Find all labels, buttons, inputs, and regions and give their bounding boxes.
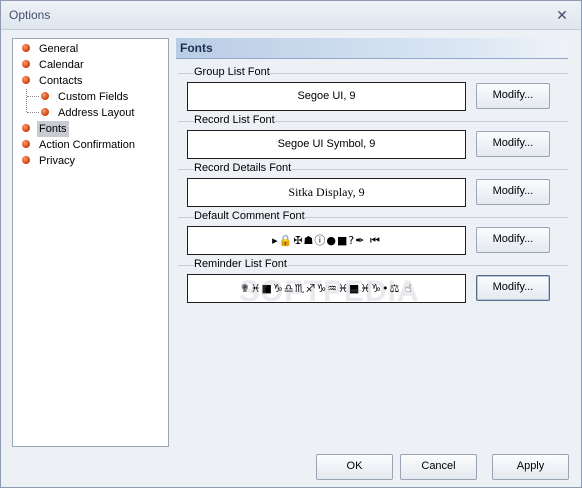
bullet-icon <box>22 76 30 84</box>
tree-item-label: Action Confirmation <box>39 139 135 151</box>
tree-item-label: Calendar <box>39 59 84 71</box>
apply-button[interactable]: Apply <box>492 454 569 480</box>
button-label: Modify... <box>492 233 534 245</box>
section-title: Fonts <box>180 41 213 55</box>
button-label: Modify... <box>492 89 534 101</box>
modify-default-comment-font-button[interactable]: Modify... <box>476 227 550 253</box>
record-details-font-preview: Sitka Display, 9 <box>187 178 466 207</box>
button-label: Cancel <box>421 460 456 472</box>
group-label: Record List Font <box>194 114 275 126</box>
button-label: Modify... <box>492 281 534 293</box>
section-header: Fonts <box>176 38 568 59</box>
tree-connector <box>26 89 27 112</box>
tree-item-label: Fonts <box>37 121 69 137</box>
record-list-font-preview: Segoe UI Symbol, 9 <box>187 130 466 159</box>
bullet-icon <box>22 124 30 132</box>
group-label: Default Comment Font <box>194 210 305 222</box>
group-list-font-preview: Segoe UI, 9 <box>187 82 466 111</box>
options-window: Options ✕ General Calendar Contacts Cust <box>0 0 582 488</box>
group-label: Reminder List Font <box>194 258 287 270</box>
bullet-icon <box>41 108 49 116</box>
reminder-list-font-preview: ✟♓■♑♎♏♐♑♒♓■♓♑•⚖ ☝ <box>187 274 466 303</box>
cancel-button[interactable]: Cancel <box>400 454 477 480</box>
close-button[interactable]: ✕ <box>553 6 571 24</box>
button-label: OK <box>346 460 363 472</box>
tree-item-label: Address Layout <box>58 107 135 119</box>
title-bar: Options ✕ <box>1 1 581 30</box>
bullet-icon <box>22 44 30 52</box>
button-label: Modify... <box>492 185 534 197</box>
bullet-icon <box>22 60 30 68</box>
modify-reminder-list-font-button[interactable]: Modify... <box>476 275 550 301</box>
ok-button[interactable]: OK <box>316 454 393 480</box>
bullet-icon <box>22 156 30 164</box>
window-title: Options <box>9 8 51 22</box>
dialog-body: General Calendar Contacts Custom Fields … <box>1 30 581 487</box>
button-label: Apply <box>516 460 545 472</box>
button-label: Modify... <box>492 137 534 149</box>
tree-connector <box>27 112 39 113</box>
modify-record-list-font-button[interactable]: Modify... <box>476 131 550 157</box>
options-tree: General Calendar Contacts Custom Fields … <box>12 38 169 447</box>
tree-item-label: Privacy <box>39 155 76 167</box>
modify-record-details-font-button[interactable]: Modify... <box>476 179 550 205</box>
tree-connector <box>27 96 39 97</box>
bullet-icon <box>22 140 30 148</box>
tree-item-label: Custom Fields <box>58 91 129 103</box>
tree-item-label: Contacts <box>39 75 83 87</box>
bullet-icon <box>41 92 49 100</box>
modify-group-list-font-button[interactable]: Modify... <box>476 83 550 109</box>
group-label: Record Details Font <box>194 162 292 174</box>
default-comment-font-preview: ▸🔒✠☗ⓘ●■?✒ ⏮ <box>187 226 466 255</box>
group-label: Group List Font <box>194 66 270 78</box>
tree-item-label: General <box>39 43 79 55</box>
